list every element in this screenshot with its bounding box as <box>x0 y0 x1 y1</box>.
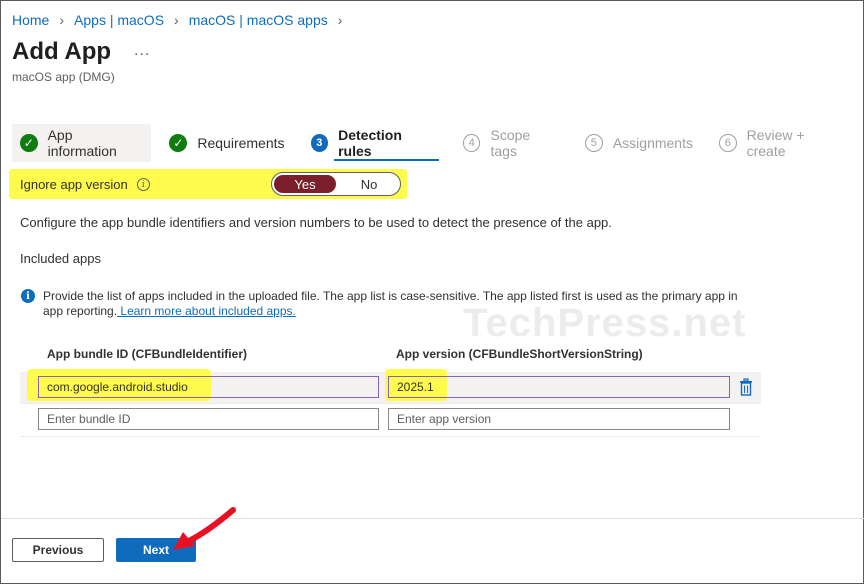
ignore-version-text: Ignore app version <box>20 177 128 192</box>
wizard-steps: ✓ App information ✓ Requirements 3 Detec… <box>12 123 863 163</box>
chevron-right-icon: › <box>337 12 343 28</box>
checkmark-icon: ✓ <box>169 134 188 152</box>
app-window: Home › Apps | macOS › macOS | macOS apps… <box>0 0 864 584</box>
tab-assignments[interactable]: 5 Assignments <box>577 124 701 162</box>
included-apps-title: Included apps <box>20 251 101 266</box>
toggle-no[interactable]: No <box>338 173 400 195</box>
step-number: 5 <box>584 134 603 152</box>
breadcrumb-apps-macos[interactable]: Apps | macOS <box>74 12 164 28</box>
page-subtitle: macOS app (DMG) <box>12 70 115 84</box>
tab-label: Review + create <box>746 127 805 159</box>
more-options-icon[interactable]: ... <box>134 42 150 60</box>
column-header-bundle-id: App bundle ID (CFBundleIdentifier) <box>47 347 247 361</box>
tab-review-create[interactable]: 6 Review + create <box>711 124 853 162</box>
bundle-id-input[interactable] <box>38 376 379 398</box>
chevron-right-icon: › <box>59 12 65 28</box>
detection-description: Configure the app bundle identifiers and… <box>20 215 612 230</box>
row-divider <box>20 436 761 437</box>
active-tab-indicator <box>334 159 439 161</box>
learn-more-link[interactable]: Learn more about included apps. <box>117 304 295 318</box>
step-number: 3 <box>310 134 329 152</box>
toggle-yes[interactable]: Yes <box>274 175 336 193</box>
breadcrumb: Home › Apps | macOS › macOS | macOS apps… <box>12 12 352 28</box>
ignore-version-toggle[interactable]: Yes No <box>271 172 401 196</box>
footer-divider <box>1 518 864 519</box>
tab-scope-tags[interactable]: 4 Scope tags <box>455 124 567 162</box>
step-number: 4 <box>462 134 481 152</box>
tab-requirements[interactable]: ✓ Requirements <box>161 124 292 162</box>
new-bundle-id-field[interactable] <box>47 412 370 426</box>
step-number: 6 <box>718 134 737 152</box>
column-header-app-version: App version (CFBundleShortVersionString) <box>396 347 643 361</box>
tab-label: Detection rules <box>338 127 402 159</box>
previous-button[interactable]: Previous <box>12 538 104 562</box>
ignore-version-label: Ignore app version i <box>20 177 150 192</box>
breadcrumb-home[interactable]: Home <box>12 12 49 28</box>
watermark: TechPress.net <box>463 301 747 345</box>
annotation-arrow-icon <box>173 507 236 550</box>
tab-app-information[interactable]: ✓ App information <box>12 124 152 162</box>
info-icon: i <box>21 289 35 303</box>
tab-label: Scope tags <box>490 127 531 159</box>
page-title: Add App <box>12 38 112 65</box>
new-app-version-input[interactable] <box>388 408 730 430</box>
row-divider <box>20 403 761 404</box>
tab-label: Assignments <box>612 135 693 151</box>
new-app-version-field[interactable] <box>397 412 721 426</box>
bundle-id-value[interactable] <box>47 380 370 394</box>
tab-label: App information <box>47 127 117 159</box>
trash-icon[interactable] <box>739 378 753 396</box>
checkmark-icon: ✓ <box>20 134 38 152</box>
new-bundle-id-input[interactable] <box>38 408 379 430</box>
app-version-value[interactable] <box>397 380 721 394</box>
info-icon[interactable]: i <box>136 178 150 191</box>
tab-label: Requirements <box>197 135 285 151</box>
tab-detection-rules[interactable]: 3 Detection rules <box>303 124 445 162</box>
chevron-right-icon: › <box>174 12 179 28</box>
breadcrumb-macos-apps[interactable]: macOS | macOS apps <box>189 12 328 28</box>
app-version-input[interactable] <box>388 376 730 398</box>
